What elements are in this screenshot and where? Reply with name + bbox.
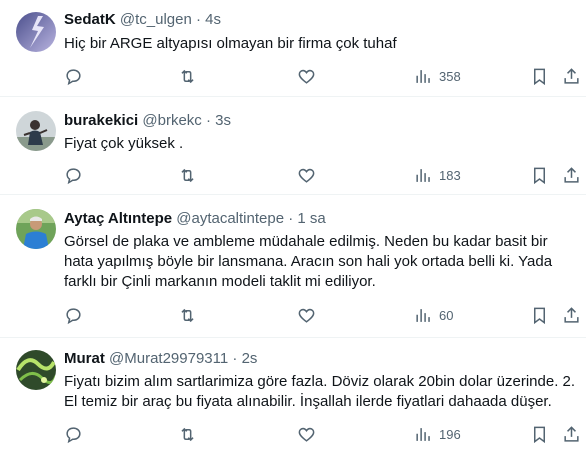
retweet-button[interactable] (178, 422, 197, 446)
retweet-button[interactable] (178, 64, 197, 88)
retweet-icon (178, 166, 197, 185)
tweet-text: Görsel de plaka ve ambleme müdahale edil… (64, 233, 553, 290)
tweet-header: burakekici @brkekc · 3s (64, 111, 231, 131)
display-name[interactable]: SedatK (64, 11, 116, 28)
bookmark-icon (530, 425, 549, 444)
share-button[interactable] (562, 163, 581, 187)
bookmark-button[interactable] (530, 303, 549, 327)
person-photo-avatar-image (16, 111, 56, 151)
user-handle[interactable]: @aytacaltintepe (176, 210, 284, 227)
user-handle[interactable]: @tc_ulgen (120, 11, 192, 28)
timestamp[interactable]: 2s (242, 350, 258, 367)
bookmark-icon (530, 67, 549, 86)
retweet-icon (178, 67, 197, 86)
tweet-header: Murat @Murat29979311 · 2s (64, 349, 257, 369)
bookmark-icon (530, 166, 549, 185)
bar-chart-icon (414, 306, 433, 325)
bookmark-icon (530, 306, 549, 325)
views-button[interactable]: 183 (414, 163, 461, 187)
retweet-icon (178, 306, 197, 325)
share-icon (562, 166, 581, 185)
tweet-text: Fiyat çok yüksek . (64, 135, 184, 152)
display-name[interactable]: Murat (64, 350, 105, 367)
display-name[interactable]: Aytaç Altıntepe (64, 210, 172, 227)
retweet-icon (178, 425, 197, 444)
separator-dot: · (195, 11, 201, 28)
views-button[interactable]: 358 (414, 64, 461, 88)
person-blue-shirt-avatar-image (16, 209, 56, 249)
heart-icon (297, 67, 316, 86)
tweet[interactable]: SedatK @tc_ulgen · 4s Hiç bir ARGE altya… (0, 0, 586, 97)
view-count: 196 (439, 426, 461, 442)
tweet[interactable]: Murat @Murat29979311 · 2s Fiyatı bizim a… (0, 338, 586, 455)
timestamp[interactable]: 4s (205, 11, 221, 28)
reply-button[interactable] (64, 64, 83, 88)
green-abstract-avatar-image (16, 350, 56, 390)
reply-icon (64, 306, 83, 325)
bookmark-button[interactable] (530, 422, 549, 446)
share-icon (562, 306, 581, 325)
view-count: 183 (439, 167, 461, 183)
display-name[interactable]: burakekici (64, 112, 138, 129)
reply-icon (64, 166, 83, 185)
heart-icon (297, 306, 316, 325)
separator-dot: · (288, 210, 294, 227)
timestamp[interactable]: 3s (215, 112, 231, 129)
reply-button[interactable] (64, 163, 83, 187)
heart-icon (297, 425, 316, 444)
user-handle[interactable]: @Murat29979311 (109, 350, 228, 367)
action-bar: 183 (0, 163, 586, 187)
avatar[interactable] (16, 111, 56, 151)
action-bar: 60 (0, 303, 586, 327)
like-button[interactable] (297, 163, 316, 187)
bookmark-button[interactable] (530, 163, 549, 187)
share-icon (562, 425, 581, 444)
like-button[interactable] (297, 422, 316, 446)
views-button[interactable]: 60 (414, 303, 453, 327)
views-button[interactable]: 196 (414, 422, 461, 446)
avatar[interactable] (16, 350, 56, 390)
separator-dot: · (205, 112, 211, 129)
avatar[interactable] (16, 209, 56, 249)
tweet-text: Fiyatı bizim alım sartlarimiza göre fazl… (64, 373, 576, 410)
view-count: 358 (439, 68, 461, 84)
tweet-text: Hiç bir ARGE altyapısı olmayan bir firma… (64, 35, 397, 52)
tweet-header: SedatK @tc_ulgen · 4s (64, 10, 221, 30)
like-button[interactable] (297, 303, 316, 327)
reply-button[interactable] (64, 303, 83, 327)
share-button[interactable] (562, 303, 581, 327)
tweet[interactable]: burakekici @brkekc · 3s Fiyat çok yüksek… (0, 97, 586, 195)
share-icon (562, 67, 581, 86)
tweet-header: Aytaç Altıntepe @aytacaltintepe · 1 sa (64, 209, 326, 229)
retweet-button[interactable] (178, 303, 197, 327)
bookmark-button[interactable] (530, 64, 549, 88)
bar-chart-icon (414, 425, 433, 444)
view-count: 60 (439, 307, 454, 323)
heart-icon (297, 166, 316, 185)
like-button[interactable] (297, 64, 316, 88)
separator-dot: · (232, 350, 238, 367)
share-button[interactable] (562, 64, 581, 88)
bar-chart-icon (414, 166, 433, 185)
reply-icon (64, 425, 83, 444)
user-handle[interactable]: @brkekc (142, 112, 201, 129)
reply-button[interactable] (64, 422, 83, 446)
timestamp[interactable]: 1 sa (297, 210, 325, 227)
tweet[interactable]: Aytaç Altıntepe @aytacaltintepe · 1 sa G… (0, 195, 586, 338)
avatar[interactable] (16, 12, 56, 52)
reply-icon (64, 67, 83, 86)
lightning-sky-avatar-image (16, 12, 56, 52)
action-bar: 358 (0, 64, 586, 88)
retweet-button[interactable] (178, 163, 197, 187)
bar-chart-icon (414, 67, 433, 86)
share-button[interactable] (562, 422, 581, 446)
action-bar: 196 (0, 422, 586, 446)
